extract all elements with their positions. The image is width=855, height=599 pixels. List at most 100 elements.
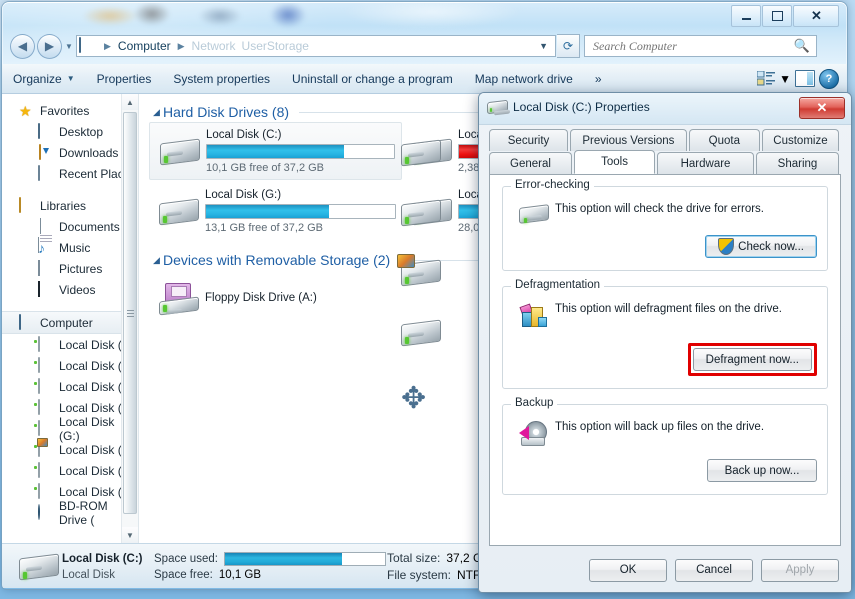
organize-label: Organize (13, 71, 62, 86)
backup-description: This option will back up files on the dr… (555, 421, 765, 433)
forward-button[interactable]: ▶ (37, 33, 62, 59)
error-checking-description: This option will check the drive for err… (555, 203, 764, 215)
sidebar-item-downloads[interactable]: Downloads (2, 142, 138, 163)
sidebar-item-local-disk-e[interactable]: Local Disk (E:) (2, 376, 138, 397)
help-icon[interactable]: ? (819, 68, 839, 89)
breadcrumb-computer[interactable]: Computer (115, 36, 174, 56)
star-icon: ★ (19, 102, 32, 119)
refresh-button[interactable]: ⟳ (557, 34, 580, 58)
toolbar-overflow-button[interactable]: » (584, 64, 613, 94)
scroll-up-icon[interactable]: ▲ (122, 94, 138, 110)
removable-name: Floppy Disk Drive (A:) (205, 291, 317, 304)
tab-hardware[interactable]: Hardware (657, 152, 754, 174)
tab-previous-versions[interactable]: Previous Versions (570, 129, 687, 151)
caption-button-group: ✕ (731, 5, 839, 27)
view-chevron-down-icon[interactable]: ▼ (779, 72, 791, 86)
drive-icon (38, 398, 54, 416)
ok-button[interactable]: OK (589, 558, 667, 582)
collapse-triangle-icon[interactable]: ◢ (153, 107, 163, 118)
tab-security[interactable]: Security (489, 129, 569, 151)
defragmentation-description: This option will defragment files on the… (555, 303, 782, 315)
drive-icon (38, 356, 54, 374)
address-dropdown-icon[interactable]: ▼ (539, 41, 553, 51)
breadcrumb-faded-2: UserStorage (241, 39, 309, 53)
dialog-close-button[interactable]: ✕ (799, 97, 845, 119)
sidebar-item-documents[interactable]: Documents (2, 216, 138, 253)
sidebar-item-libraries[interactable]: Libraries (2, 195, 138, 216)
collapse-triangle-icon[interactable]: ◢ (153, 255, 163, 266)
system-properties-button[interactable]: System properties (162, 64, 281, 94)
sidebar-item-favorites[interactable]: ★ Favorites (2, 100, 138, 121)
tab-customize[interactable]: Customize (761, 129, 839, 151)
search-icon: 🔍 (793, 38, 810, 53)
capacity-bar-fill (207, 144, 344, 158)
sidebar-item-recent-places[interactable]: Recent Places (2, 163, 138, 184)
group-label: Hard Disk Drives (8) (163, 104, 290, 120)
status-capacity-bar (223, 551, 386, 566)
status-bar-right-column: Total size: 37,2 G File system: NTFS (387, 544, 488, 589)
videos-icon (38, 280, 54, 298)
address-bar[interactable]: ▶ Computer ▶ Network UserStorage ▼ (76, 35, 556, 57)
sidebar-item-local-disk-i[interactable]: Local Disk (I:) (2, 460, 138, 481)
drive-tile-g[interactable]: Local Disk (G:) 13,1 GB free of 37,2 GB (149, 182, 402, 240)
tab-row-top: Security Previous Versions Quota Customi… (489, 129, 841, 151)
organize-button[interactable]: Organize ▼ (2, 64, 86, 94)
map-network-drive-button[interactable]: Map network drive (464, 64, 584, 94)
drive-free-space: 10,1 GB free of 37,2 GB (206, 161, 325, 174)
close-button[interactable]: ✕ (793, 5, 839, 27)
sidebar-item-videos[interactable]: Videos (2, 279, 138, 300)
maximize-button[interactable] (762, 5, 792, 27)
space-used-label: Space used: (154, 552, 218, 565)
back-button[interactable]: ◀ (10, 33, 35, 59)
search-input[interactable] (591, 37, 794, 55)
scroll-down-icon[interactable]: ▼ (122, 527, 138, 543)
downloads-icon (38, 143, 54, 161)
uninstall-program-button[interactable]: Uninstall or change a program (281, 64, 464, 94)
tab-tools[interactable]: Tools (574, 150, 656, 174)
tab-sharing[interactable]: Sharing (755, 152, 839, 174)
space-free-value: 10,1 GB (218, 568, 262, 581)
recent-pages-dropdown[interactable]: ▼ (62, 42, 76, 51)
computer-icon (19, 313, 35, 331)
check-now-button[interactable]: Check now... (705, 235, 817, 258)
capacity-bar-fill (206, 204, 329, 218)
cancel-button[interactable]: Cancel (675, 558, 753, 582)
navigation-scrollbar[interactable]: ▲ ▼ (121, 94, 138, 543)
sidebar-item-desktop[interactable]: Desktop (2, 121, 138, 142)
address-bar-row: ◀ ▶ ▼ ▶ Computer ▶ Network UserStorage ▼… (10, 33, 817, 59)
capacity-bar (206, 143, 395, 159)
sidebar-item-local-disk-h[interactable]: Local Disk (H:) (2, 439, 138, 460)
drive-tile-c[interactable]: Local Disk (C:) 10,1 GB free of 37,2 GB (149, 122, 402, 180)
sidebar-item-computer[interactable]: Computer (2, 311, 138, 334)
preview-pane-icon[interactable] (795, 70, 815, 87)
drive-icon (513, 201, 555, 224)
change-view-icon[interactable] (756, 70, 776, 86)
cd-drive-icon (38, 503, 54, 521)
tab-quota[interactable]: Quota (688, 129, 760, 151)
local-disk-properties-dialog: Local Disk (C:) Properties ✕ Security Pr… (478, 92, 852, 593)
properties-button[interactable]: Properties (86, 64, 163, 94)
minimize-button[interactable] (731, 5, 761, 27)
music-icon: ♪ (38, 239, 45, 256)
sidebar-item-local-disk-c[interactable]: Local Disk (C:) (2, 334, 138, 355)
sidebar-item-bd-rom-drive[interactable]: BD-ROM Drive ( (2, 499, 138, 527)
drive-icon (38, 335, 54, 353)
breadcrumb-separator: ▶ (104, 40, 111, 51)
scrollbar-thumb[interactable] (123, 112, 137, 514)
command-toolbar: Organize ▼ Properties System properties … (2, 64, 847, 94)
defragment-now-button[interactable]: Defragment now... (692, 348, 812, 371)
drive-icon (38, 419, 54, 437)
removable-tile-a[interactable]: Floppy Disk Drive (A:) (149, 270, 402, 328)
search-box[interactable]: 🔍 (584, 35, 817, 57)
back-up-now-button[interactable]: Back up now... (707, 459, 817, 482)
sidebar-item-pictures[interactable]: Pictures (2, 258, 138, 279)
sidebar-label: Desktop (59, 124, 104, 139)
tab-general[interactable]: General (489, 152, 573, 174)
sidebar-item-music[interactable]: ♪ Music (2, 237, 138, 258)
backup-section: Backup This option will back up files on… (502, 397, 828, 495)
sidebar-item-local-disk-g[interactable]: Local Disk (G:) (2, 415, 138, 443)
sidebar-item-local-disk-d[interactable]: Local Disk (D:) (2, 355, 138, 376)
sidebar-label: Videos (59, 282, 96, 297)
sidebar-label: Downloads (59, 145, 119, 160)
